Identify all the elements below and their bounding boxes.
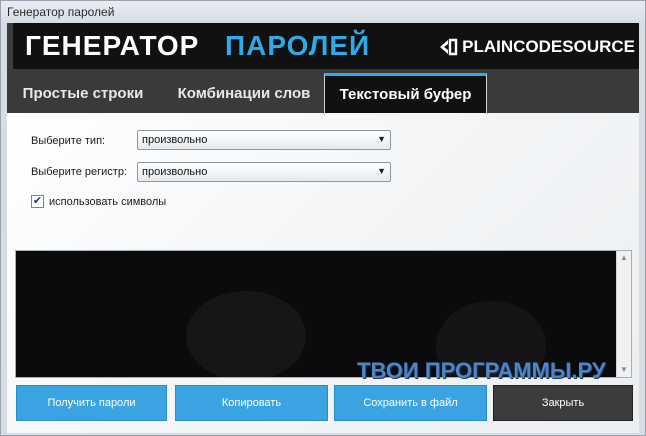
tab-label: Простые строки [22,85,144,102]
use-symbols-label: использовать символы [49,196,167,208]
tab-bar: Простые строки Комбинации слов Текстовый… [7,69,639,113]
use-symbols-checkbox[interactable]: ✔ [31,195,44,208]
case-label: Выберите регистр: [31,166,127,178]
type-select[interactable]: произвольно ▼ [137,130,391,150]
button-label: Копировать [221,397,282,409]
case-select[interactable]: произвольно ▼ [137,162,391,182]
close-button[interactable]: Закрыть [493,385,633,421]
button-label: Сохранить в файл [363,397,458,409]
scroll-down-icon[interactable]: ▼ [617,363,631,377]
brand-logo: PLAINCODESOURCE [438,37,635,57]
banner-title-part1: ГЕНЕРАТОР [25,30,200,61]
scroll-up-icon[interactable]: ▲ [617,251,631,265]
background-shape [186,291,306,377]
tab-label: Комбинации слов [177,85,311,102]
type-select-value: произвольно [142,134,208,146]
plaincodesource-logo-icon [440,38,458,56]
get-passwords-button[interactable]: Получить пароли [16,385,167,421]
check-icon: ✔ [32,195,43,207]
copy-button[interactable]: Копировать [175,385,328,421]
output-scrollbar[interactable]: ▲ ▼ [616,251,631,377]
button-label: Получить пароли [47,397,136,409]
app-banner: ГЕНЕРАТОР ПАРОЛЕЙ PLAINCODESOURCE [7,23,639,69]
button-label: Закрыть [541,397,585,409]
watermark-text: ТВОИ ПРОГРАММЫ.РУ [357,358,606,383]
tab-simple-strings[interactable]: Простые строки [13,73,153,113]
case-select-value: произвольно [142,166,208,178]
chevron-down-icon: ▼ [377,134,386,144]
window-title: Генератор паролей [7,5,115,19]
tab-content-panel: Выберите тип: произвольно ▼ Выберите рег… [7,113,639,433]
window-titlebar: Генератор паролей [1,1,645,23]
save-to-file-button[interactable]: Сохранить в файл [334,385,487,421]
password-generator-window: Генератор паролей ГЕНЕРАТОР ПАРОЛЕЙ PLAI… [0,0,646,436]
type-label: Выберите тип: [31,135,106,147]
chevron-down-icon: ▼ [377,166,386,176]
tab-word-combinations[interactable]: Комбинации слов [169,73,319,113]
banner-title-part2: ПАРОЛЕЙ [225,30,371,61]
brand-name: PLAINCODESOURCE [462,37,635,56]
tab-label: Текстовый буфер [339,86,472,103]
tab-text-buffer[interactable]: Текстовый буфер [324,73,487,113]
